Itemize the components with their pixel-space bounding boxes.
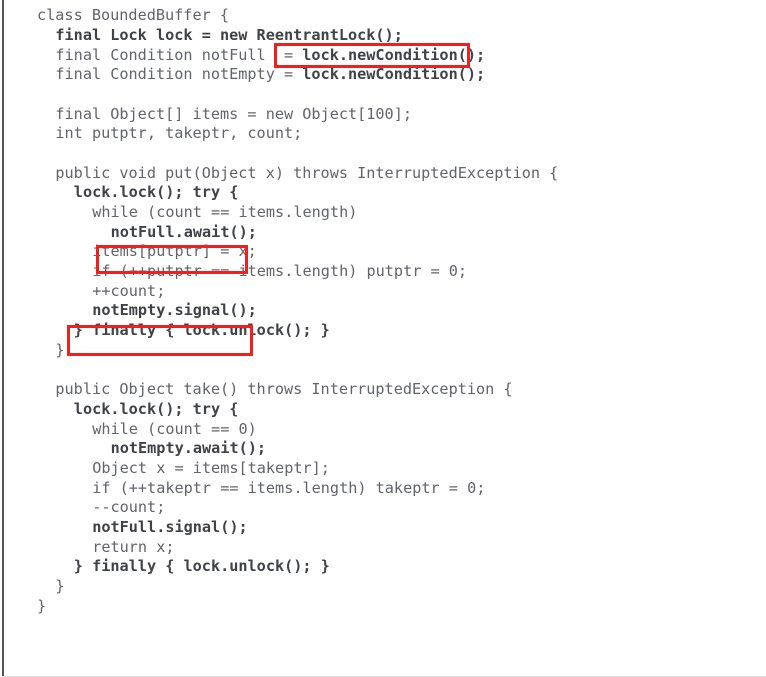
code-text-regular: class BoundedBuffer { bbox=[37, 6, 230, 25]
code-text-bold: notFull.await(); bbox=[110, 222, 257, 241]
code-text-regular: public Object take() throws InterruptedE… bbox=[55, 380, 513, 399]
code-text-bold: notEmpty.await(); bbox=[110, 439, 267, 458]
code-text-regular: final Condition notFull = bbox=[55, 45, 303, 64]
code-text-bold: notEmpty.signal(); bbox=[92, 301, 257, 320]
code-text-regular: final Condition notEmpty = bbox=[55, 65, 303, 84]
code-text-regular: final Object[] items = new Object[100]; bbox=[55, 104, 412, 123]
code-line: int putptr, takeptr, count; bbox=[55, 121, 302, 145]
code-line: final Condition notEmpty = lock.newCondi… bbox=[55, 62, 485, 86]
code-text-regular: if (++putptr == items.length) putptr = 0… bbox=[92, 262, 468, 281]
code-line: } bbox=[55, 338, 64, 362]
code-line: } finally { lock.unlock(); } bbox=[74, 318, 330, 342]
code-text-bold: lock.lock(); try { bbox=[73, 399, 239, 418]
code-text-bold: notFull.signal(); bbox=[92, 517, 248, 536]
code-text-regular: while (count == items.length) bbox=[92, 203, 358, 222]
code-text-regular: Object x = items[takeptr]; bbox=[92, 458, 330, 477]
code-text-bold: lock.newCondition(); bbox=[302, 45, 486, 64]
code-block: class BoundedBuffer {final Lock lock = n… bbox=[0, 0, 766, 677]
code-line: } bbox=[55, 574, 64, 598]
code-text-bold: final Lock lock = new ReentrantLock(); bbox=[55, 25, 403, 44]
code-text-regular: return x; bbox=[92, 537, 175, 556]
code-line: } finally { lock.unlock(); } bbox=[74, 554, 330, 578]
code-listing-figure: class BoundedBuffer {final Lock lock = n… bbox=[0, 0, 766, 677]
code-text-regular: while (count == 0) bbox=[92, 419, 257, 438]
code-text-regular: ++count; bbox=[92, 281, 166, 300]
code-text-regular: } bbox=[55, 577, 65, 595]
code-text-regular: if (++takeptr == items.length) takeptr =… bbox=[92, 478, 486, 497]
code-text-regular: int putptr, takeptr, count; bbox=[55, 124, 303, 143]
code-text-regular: } bbox=[37, 596, 47, 615]
code-text-bold: } finally { lock.unlock(); } bbox=[73, 557, 330, 576]
code-text-regular: public void put(Object x) throws Interru… bbox=[55, 163, 559, 182]
code-text-bold: lock.lock(); try { bbox=[73, 183, 239, 202]
code-text-regular: } bbox=[55, 340, 65, 359]
code-text-regular: --count; bbox=[92, 498, 166, 517]
code-text-bold: } finally { lock.unlock(); } bbox=[73, 321, 330, 340]
code-text-regular: items[putptr] = x; bbox=[92, 242, 257, 261]
code-text-bold: lock.newCondition(); bbox=[302, 65, 486, 84]
code-line: } bbox=[37, 594, 46, 618]
